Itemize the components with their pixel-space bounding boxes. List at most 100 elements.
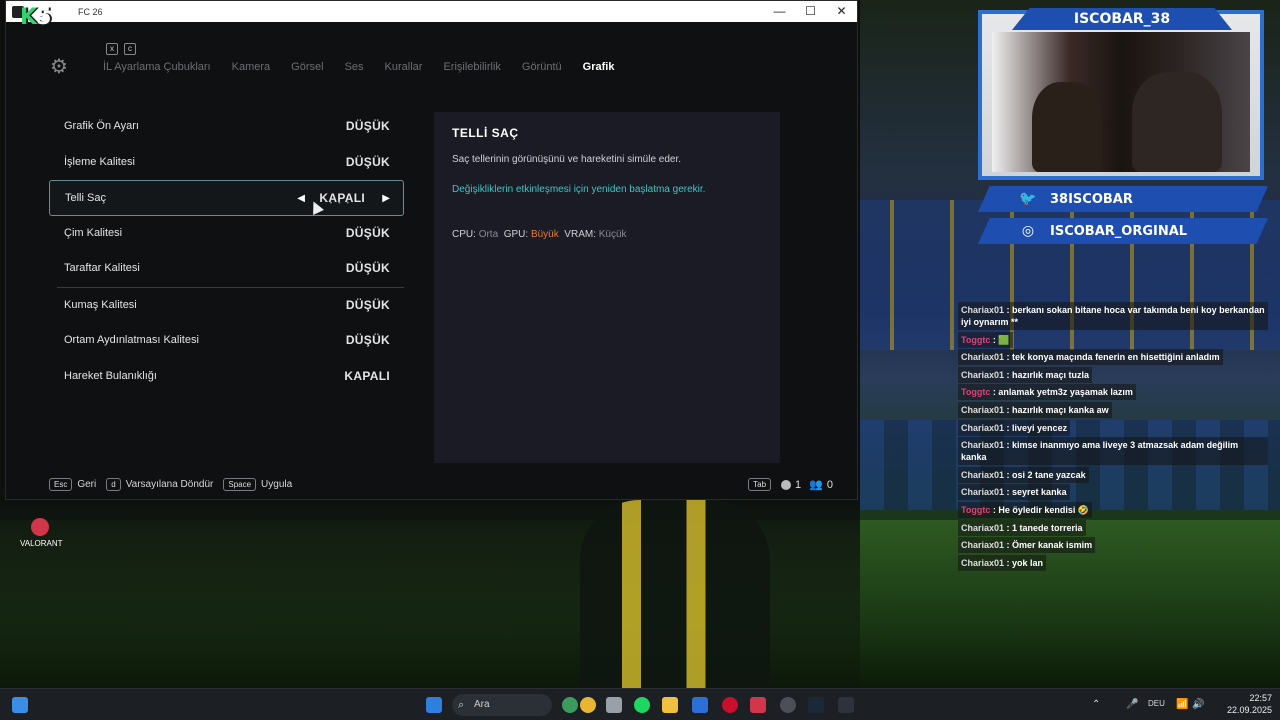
chat-username: Chariax01: [961, 422, 1005, 433]
panel-description: Saç tellerinin görünüşünü ve hareketini …: [452, 154, 682, 165]
chat-username: Chariax01: [961, 469, 1005, 480]
streamer-2: [1132, 72, 1222, 172]
panel-title: TELLİ SAÇ: [452, 126, 519, 140]
setting-cloth-quality[interactable]: Kumaş Kalitesi DÜŞÜK: [49, 288, 404, 324]
search-placeholder: Ara: [474, 699, 490, 710]
tab-graphics[interactable]: Grafik: [583, 61, 615, 73]
setting-label: Taraftar Kalitesi: [64, 262, 140, 274]
cpu-value: Orta: [478, 229, 499, 240]
valorant-taskbar-icon[interactable]: [750, 697, 766, 713]
chat-username: Chariax01: [961, 404, 1005, 415]
cpu-label: CPU:: [452, 229, 476, 240]
steam-icon[interactable]: [808, 697, 824, 713]
file-explorer-icon[interactable]: [662, 697, 678, 713]
setting-label: Kumaş Kalitesi: [64, 298, 137, 311]
chat-message: Chariax01 : liveyi yencez: [958, 419, 1071, 436]
chat-username: Chariax01: [961, 487, 1005, 498]
setting-crowd-quality[interactable]: Taraftar Kalitesi DÜŞÜK: [49, 251, 404, 287]
store-icon[interactable]: [692, 697, 708, 713]
tab-controller-settings[interactable]: İL Ayarlama Çubukları: [103, 61, 211, 73]
clock[interactable]: 22:57 22.09.2025: [1227, 692, 1272, 716]
setting-render-quality[interactable]: İşleme Kalitesi DÜŞÜK: [49, 145, 404, 181]
minimize-button[interactable]: —: [764, 1, 795, 22]
widgets-icon[interactable]: [12, 697, 28, 713]
microphone-icon[interactable]: 🎤: [1126, 699, 1138, 710]
arrow-left-icon[interactable]: ◀: [297, 181, 305, 217]
chat-text: anlamak yetm3z yaşamak lazım: [998, 387, 1133, 398]
setting-value: DÜŞÜK: [345, 119, 390, 133]
setting-label: Grafik Ön Ayarı: [64, 120, 139, 132]
time: 22:57: [1249, 693, 1272, 703]
setting-grass-quality[interactable]: Çim Kalitesi DÜŞÜK: [49, 216, 404, 252]
settings-list: Grafik Ön Ayarı DÜŞÜK İşleme Kalitesi DÜ…: [49, 109, 404, 394]
tab-audio[interactable]: Ses: [345, 61, 364, 73]
status-bar: Tab 1 👥 0: [748, 478, 833, 491]
apply-button[interactable]: Space Uygula: [223, 478, 292, 491]
chat-message: Chariax01 : Ömer kanak ismim: [958, 537, 1096, 554]
taskbar: ⌕ Ara ⌃ 🎤 DEU 📶 🔊 22:57 22.09.2025: [0, 688, 1280, 720]
k5-logo: K5: [20, 5, 51, 30]
reset-label: Varsayılana Döndür: [125, 479, 214, 490]
back-button[interactable]: Esc Geri: [49, 478, 96, 491]
tab-visual[interactable]: Görsel: [291, 61, 323, 73]
chat-text: yok lan: [1012, 557, 1044, 568]
chat-message: Toggtc : He öyledir kendisi 🤣: [958, 501, 1093, 518]
title-bar: FC 26 — ☐ ✕: [6, 1, 857, 22]
footer-hints: Esc Geri d Varsayılana Döndür Space Uygula: [49, 478, 302, 491]
opera-icon[interactable]: [722, 697, 738, 713]
setting-value: DÜŞÜK: [345, 297, 390, 312]
volume-icon[interactable]: 🔊: [1192, 699, 1204, 710]
maximize-button[interactable]: ☐: [795, 1, 826, 22]
gear-icon[interactable]: ⚙: [50, 57, 70, 77]
chat-message: Toggtc : anlamak yetm3z yaşamak lazım: [958, 384, 1136, 401]
spotify-icon[interactable]: [634, 697, 650, 713]
key-space: Space: [223, 478, 257, 491]
setting-strand-hair[interactable]: Telli Saç ◀ KAPALI • • • ▶: [49, 180, 404, 216]
player-silhouette: [580, 500, 770, 688]
setting-value: DÜŞÜK: [345, 333, 390, 347]
settings-tabs: İL Ayarlama Çubukları Kamera Görsel Ses …: [103, 61, 635, 73]
setting-value: DÜŞÜK: [345, 261, 390, 275]
language-indicator[interactable]: DEU: [1148, 699, 1165, 708]
setting-graphics-preset[interactable]: Grafik Ön Ayarı DÜŞÜK: [49, 109, 404, 145]
close-button[interactable]: ✕: [826, 1, 857, 22]
key-tab[interactable]: Tab: [748, 478, 772, 491]
tab-display[interactable]: Görüntü: [522, 61, 562, 73]
streamer-name: ISCOBAR_38: [1012, 8, 1232, 30]
twitter-banner: 🐦 38ISCOBAR: [978, 186, 1268, 212]
coin-count: 1: [795, 478, 802, 491]
instagram-icon: ◎: [1021, 223, 1035, 239]
streamer-1: [1032, 82, 1102, 172]
chat-text: tek konya maçında fenerin en hisettiğini…: [1012, 352, 1220, 363]
info-panel: TELLİ SAÇ Saç tellerinin görünüşünü ve h…: [434, 112, 780, 463]
start-icon[interactable]: [426, 697, 442, 713]
chat-username: Chariax01: [961, 305, 1005, 315]
ea-app-icon[interactable]: [838, 697, 854, 713]
chat-text: liveyi yencez: [1012, 422, 1068, 433]
chat-overlay: Chariax01 : berkanı sokan bitane hoca va…: [958, 302, 1268, 572]
app-icon[interactable]: [780, 697, 796, 713]
setting-ambient-lighting[interactable]: Ortam Aydınlatması Kalitesi DÜŞÜK: [49, 323, 404, 359]
arrow-right-icon[interactable]: ▶: [382, 181, 390, 217]
chat-text: seyret kanka: [1012, 487, 1067, 498]
copilot-icon[interactable]: [562, 697, 578, 713]
setting-value: KAPALI: [344, 368, 390, 383]
wifi-icon[interactable]: 📶: [1176, 699, 1188, 710]
key-esc: Esc: [49, 478, 73, 491]
chevron-up-icon[interactable]: ⌃: [1092, 699, 1100, 710]
news-icon[interactable]: [580, 697, 596, 713]
search-box[interactable]: ⌕ Ara: [452, 694, 552, 716]
tab-accessibility[interactable]: Erişilebilirlik: [443, 61, 500, 73]
tab-camera[interactable]: Kamera: [232, 61, 271, 73]
chat-username: Toggtc: [961, 334, 991, 345]
chat-message: Chariax01 : 1 tanede torreria: [958, 519, 1086, 536]
webcam-feed: [992, 32, 1250, 172]
chat-username: Chariax01: [961, 540, 1005, 551]
task-view-icon[interactable]: [606, 697, 622, 713]
tab-next-key: c: [124, 43, 136, 55]
setting-motion-blur[interactable]: Hareket Bulanıklığı KAPALI: [49, 359, 404, 395]
valorant-desktop-icon[interactable]: VALORANT: [20, 518, 63, 548]
tab-rules[interactable]: Kurallar: [385, 61, 423, 73]
reset-default-button[interactable]: d Varsayılana Döndür: [106, 478, 213, 491]
chat-message: Chariax01 : seyret kanka: [958, 484, 1070, 501]
